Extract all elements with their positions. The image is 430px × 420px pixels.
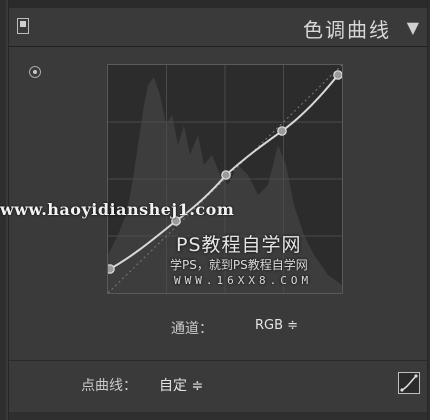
panel-title: 色调曲线 — [303, 18, 391, 42]
control-point[interactable] — [108, 264, 115, 274]
panel-header[interactable]: 色调曲线 ▼ — [9, 8, 427, 47]
panel-top-bar — [9, 0, 427, 8]
watermark-site: WWW.16XX8.COM — [174, 274, 313, 287]
control-point[interactable] — [221, 170, 231, 180]
watermark-url: www.haoyidianshej1.com — [0, 200, 235, 219]
watermark-title: PS教程自学网 — [176, 234, 302, 256]
panel-bottom-strip — [9, 412, 427, 420]
control-point[interactable] — [333, 70, 342, 80]
point-curve-label: 点曲线： — [81, 378, 137, 394]
section-divider — [9, 360, 427, 361]
edit-point-curve-button[interactable] — [398, 372, 420, 394]
channel-select[interactable]: RGB ≑ — [255, 318, 298, 333]
curve-edit-icon — [400, 374, 418, 392]
triangle-down-icon[interactable]: ▼ — [407, 18, 419, 37]
target-adjust-icon[interactable] — [29, 66, 41, 78]
panel-toggle-icon[interactable] — [17, 18, 29, 34]
channel-label: 通道： — [171, 321, 213, 337]
control-point[interactable] — [277, 126, 287, 136]
watermark-subtitle: 学PS，就到PS教程自学网 — [170, 258, 308, 272]
point-curve-select[interactable]: 自定 ≑ — [159, 375, 203, 395]
